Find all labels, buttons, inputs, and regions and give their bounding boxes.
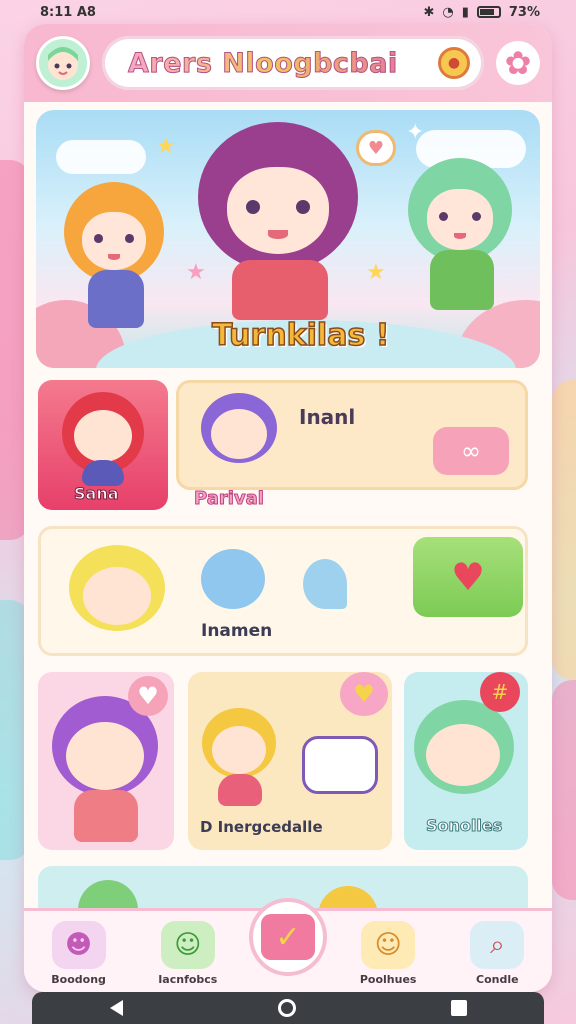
chibi-red-face [74, 410, 132, 462]
tab-2-center[interactable]: ✓ [248, 898, 327, 976]
star-icon: ★ [186, 260, 206, 285]
hero-label: Turnkilas ! [211, 317, 390, 354]
tab-4[interactable]: ⌕ Condle [449, 921, 545, 986]
alert-bubble-icon[interactable]: # [480, 672, 520, 712]
search-icon: ⌕ [470, 921, 525, 969]
tab-3-label: Poolhues [359, 973, 417, 986]
chibi-green-body [430, 250, 494, 310]
right-decoration-2 [552, 680, 576, 900]
recent-apps-icon[interactable] [450, 1000, 467, 1016]
blue-creature-icon [201, 549, 265, 609]
cat-icon: ☻ [51, 921, 106, 969]
chibi-mint-face [426, 724, 500, 786]
tab-3[interactable]: ☺ Poolhues [340, 921, 436, 986]
battery-icon [476, 6, 501, 18]
chibi-blonde-body [218, 774, 262, 806]
home-icon[interactable] [277, 999, 296, 1017]
right-decoration [552, 380, 576, 680]
card-inamen[interactable]: Inamen ♥ [38, 526, 528, 656]
tab-4-label: Condle [476, 973, 519, 986]
frog-icon: ☺ [160, 921, 215, 969]
heart-button[interactable]: ♥ [413, 537, 523, 617]
status-time: 8:11 A8 [40, 4, 96, 20]
chibi-purple-face [66, 722, 144, 790]
chibi-orange-body [88, 270, 144, 328]
card-inamen-label: Inamen [201, 621, 273, 641]
sparkle-icon: ✦ [406, 120, 425, 145]
app-title: Arers Nloogbcbai [128, 47, 428, 79]
chibi-purple-body [74, 790, 138, 842]
card-inanl[interactable]: Inanl ∞ [176, 380, 528, 490]
girl-icon: ☺ [361, 921, 416, 969]
chibi-blonde-face [212, 726, 266, 774]
chibi-red-body [82, 460, 124, 486]
star-icon: ★ [156, 134, 176, 159]
wifi-icon: ◔ [442, 4, 454, 20]
back-icon[interactable] [109, 1000, 123, 1016]
cart-icon [302, 736, 378, 794]
bottom-tab-bar: ☻ Boodong ☺ Iacnfobcs ✓ ☺ Poolhues ⌕ Con… [24, 898, 552, 992]
card-inanl-title: Inanl [299, 405, 356, 429]
chibi-green [408, 158, 512, 262]
system-nav-bar [32, 992, 544, 1024]
medal-icon[interactable]: ● [438, 47, 470, 79]
chibi-yellow-face [83, 567, 151, 625]
toggle-button[interactable]: ∞ [433, 427, 509, 475]
heart-icon[interactable]: ♥ [128, 676, 168, 716]
tab-0[interactable]: ☻ Boodong [31, 921, 127, 986]
star-icon: ★ [366, 260, 386, 285]
status-icons: ✱ ◔ ▮ 73% [423, 5, 540, 20]
card-middle[interactable]: ♥ D Inergcedalle [188, 672, 392, 850]
card-sonolies-label: Sonolles [425, 816, 503, 836]
card-inanl-subtitle: Parival [194, 488, 265, 510]
title-bar: Arers Nloogbcbai ● [102, 36, 484, 90]
chibi-purple-body [232, 260, 328, 320]
chibi-purple [198, 122, 358, 272]
card-sonolies[interactable]: # Sonolles [404, 672, 528, 850]
chibi-orange [64, 182, 164, 282]
card-purple-girl[interactable]: ♥ [38, 672, 174, 850]
tab-1[interactable]: ☺ Iacnfobcs [140, 921, 236, 986]
chibi-cat-face [211, 409, 267, 459]
avatar-icon[interactable] [36, 36, 90, 90]
battery-percent: 73% [508, 4, 540, 20]
card-sana-label: Sana [74, 484, 120, 504]
tab-1-label: Iacnfobcs [158, 973, 218, 986]
hero-banner[interactable]: ★ ★ ★ ✦ ♥ Turnkilas ! [36, 110, 540, 368]
card-middle-label: D Inergcedalle [200, 818, 323, 836]
fish-creature-icon [303, 559, 347, 609]
status-bar: 8:11 A8 ✱ ◔ ▮ 73% [0, 0, 576, 24]
app-window: Arers Nloogbcbai ● ✿ ★ ★ ★ ✦ ♥ Turnkilas… [24, 24, 552, 992]
bluetooth-icon: ✱ [423, 4, 435, 20]
gear-icon[interactable]: ✿ [496, 41, 540, 85]
heart-bubble-icon[interactable]: ♥ [340, 672, 388, 716]
signal-icon: ▮ [461, 4, 469, 20]
heart-bubble-icon: ♥ [356, 130, 396, 166]
top-bar: Arers Nloogbcbai ● ✿ [24, 24, 552, 102]
tab-0-label: Boodong [51, 973, 106, 986]
check-icon: ✓ [260, 914, 315, 960]
card-sana[interactable]: Sana [38, 380, 168, 510]
cloud-shape [56, 140, 146, 174]
